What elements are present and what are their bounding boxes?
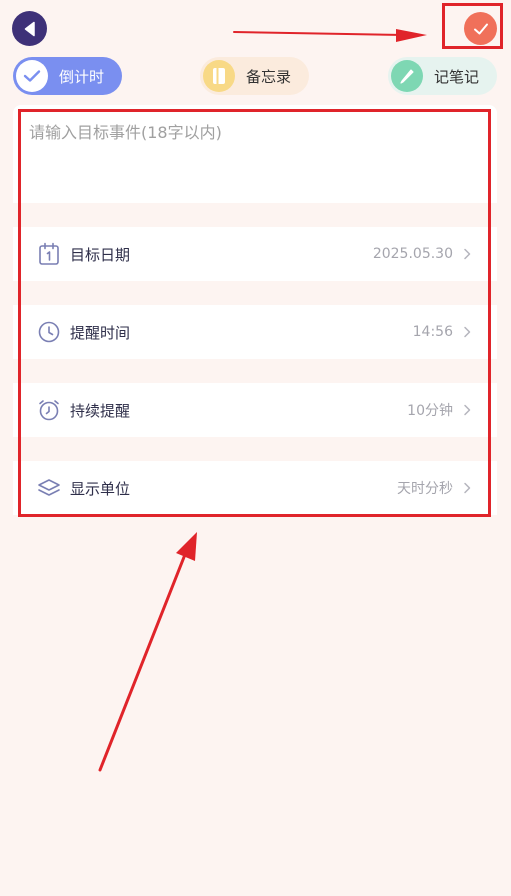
form-highlight-box bbox=[18, 109, 491, 517]
check-circle-icon bbox=[16, 60, 48, 92]
notebook-icon bbox=[203, 60, 235, 92]
back-triangle-icon bbox=[23, 21, 37, 37]
tab-memo[interactable]: 备忘录 bbox=[200, 57, 309, 95]
arrow-to-form-head bbox=[176, 532, 197, 561]
tab-countdown[interactable]: 倒计时 bbox=[13, 57, 122, 95]
tab-memo-label: 备忘录 bbox=[246, 67, 292, 86]
arrow-to-confirm bbox=[233, 31, 405, 36]
back-button[interactable] bbox=[12, 11, 47, 46]
arrow-to-form bbox=[98, 550, 188, 772]
tab-countdown-label: 倒计时 bbox=[59, 67, 105, 86]
tab-notes-label: 记笔记 bbox=[434, 67, 480, 86]
arrow-to-confirm-head bbox=[396, 29, 427, 42]
pencil-icon bbox=[391, 60, 423, 92]
tab-notes[interactable]: 记笔记 bbox=[388, 57, 497, 95]
confirm-highlight-box bbox=[442, 3, 503, 49]
